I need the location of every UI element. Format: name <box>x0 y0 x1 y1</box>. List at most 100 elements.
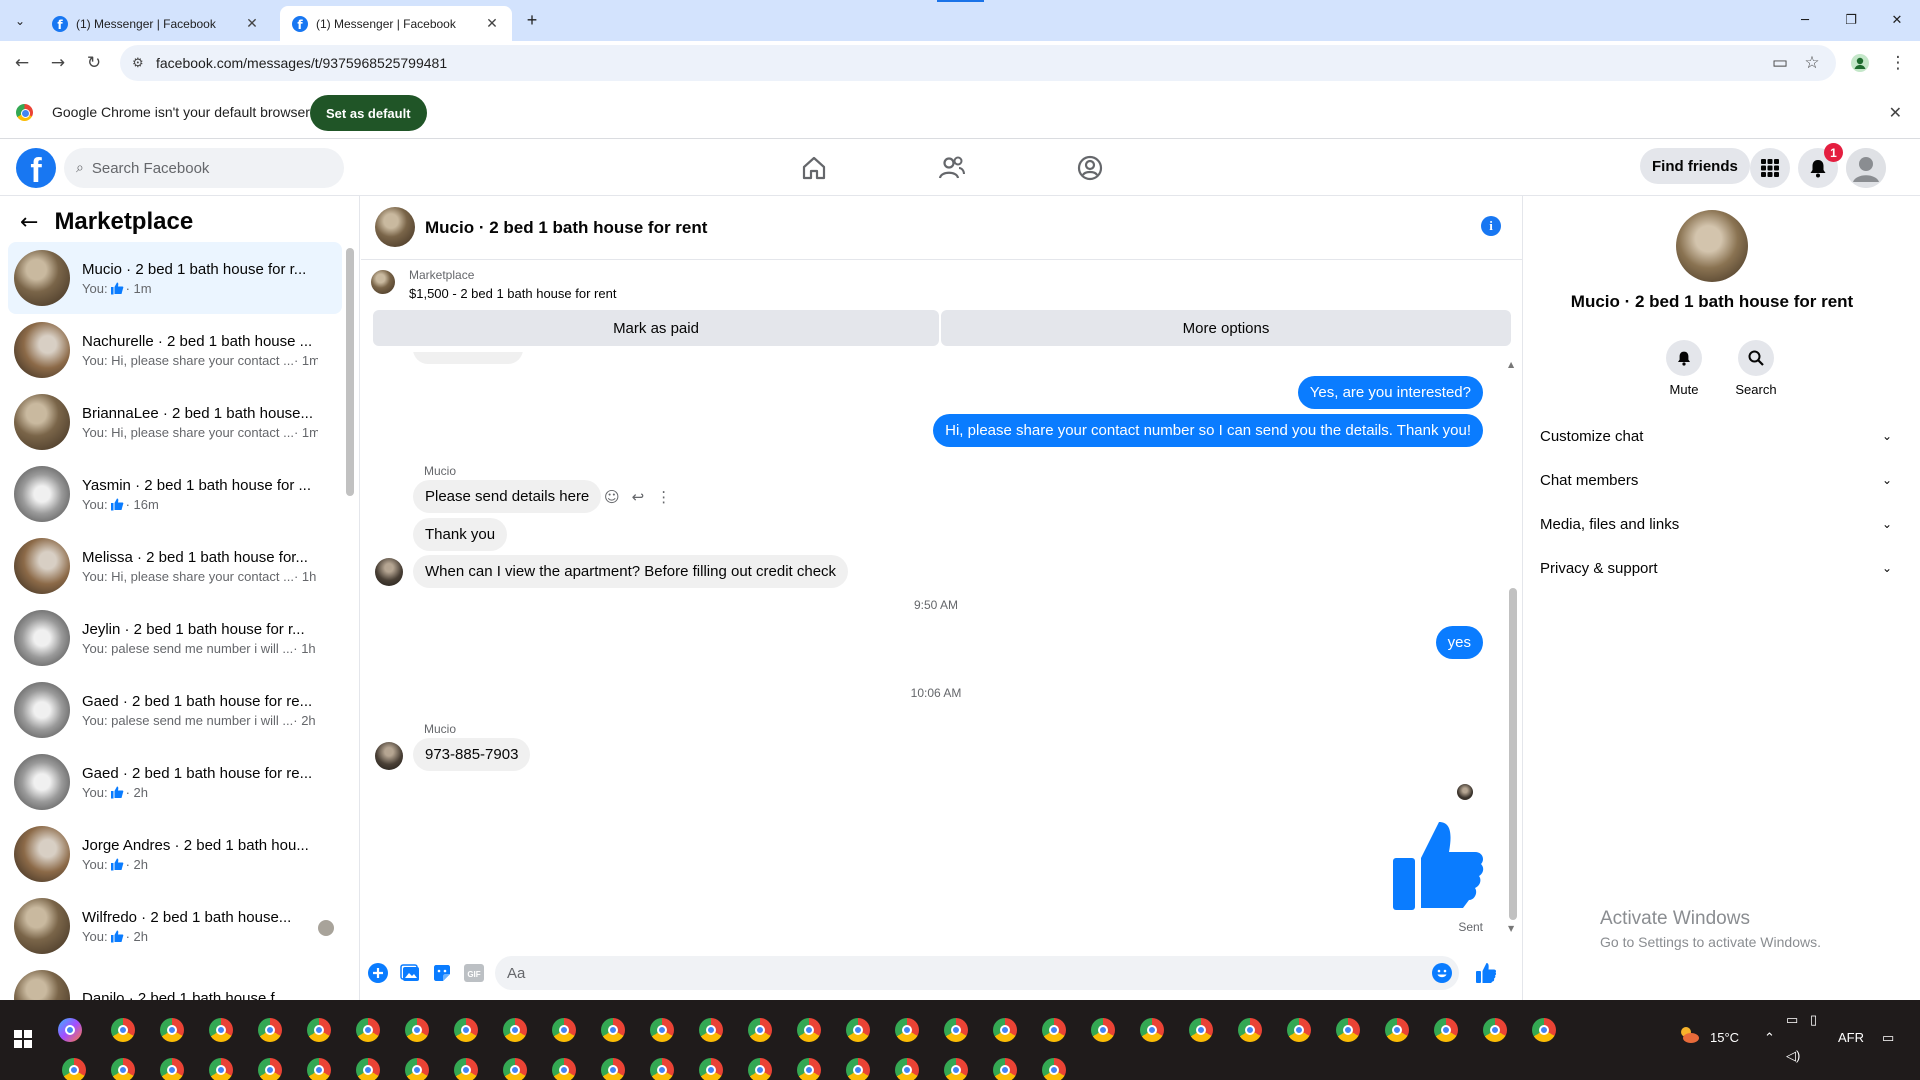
taskbar-browser-icon[interactable] <box>1189 1018 1213 1042</box>
taskbar-browser-icon[interactable] <box>993 1058 1017 1080</box>
avatar[interactable] <box>375 207 415 247</box>
taskbar-browser-icon[interactable] <box>601 1058 625 1080</box>
menu-grid-icon[interactable] <box>1750 148 1790 188</box>
privacy-support-section[interactable]: Privacy & support ⌄ <box>1540 546 1892 590</box>
conversation-item[interactable]: Yasmin · 2 bed 1 bath house for ... You:… <box>8 458 342 530</box>
taskbar-browser-icon[interactable] <box>503 1058 527 1080</box>
taskbar-browser-icon[interactable] <box>552 1018 576 1042</box>
chat-title[interactable]: Mucio · 2 bed 1 bath house for rent <box>425 218 707 238</box>
photo-icon[interactable] <box>399 962 421 984</box>
battery-icon[interactable]: ▯ <box>1810 1012 1817 1028</box>
search-facebook-input[interactable]: ⌕ Search Facebook <box>64 148 344 188</box>
taskbar-browser-icon[interactable] <box>160 1018 184 1042</box>
taskbar-browser-icon[interactable] <box>405 1018 429 1042</box>
back-arrow-icon[interactable]: ← <box>8 49 36 77</box>
taskbar-browser-icon[interactable] <box>699 1018 723 1042</box>
taskbar-browser-icon[interactable] <box>601 1018 625 1042</box>
media-files-links-section[interactable]: Media, files and links ⌄ <box>1540 502 1892 546</box>
emoji-icon[interactable] <box>1431 962 1453 984</box>
taskbar-browser-icon[interactable] <box>1140 1018 1164 1042</box>
input-language[interactable]: AFR <box>1838 1030 1864 1045</box>
taskbar-browser-icon[interactable] <box>650 1058 674 1080</box>
friends-icon[interactable] <box>932 150 972 186</box>
conversation-item[interactable]: Nachurelle · 2 bed 1 bath house ... You:… <box>8 314 342 386</box>
message-input[interactable] <box>495 956 1459 990</box>
taskbar-browser-icon[interactable] <box>1336 1018 1360 1042</box>
weather-icon[interactable] <box>1678 1024 1700 1049</box>
taskbar-browser-icon[interactable] <box>307 1058 331 1080</box>
info-icon[interactable]: i <box>1481 216 1501 236</box>
back-arrow-icon[interactable]: ← <box>20 210 38 235</box>
taskbar-browser-icon[interactable] <box>307 1018 331 1042</box>
set-as-default-button[interactable]: Set as default <box>310 95 427 131</box>
bookmark-star-icon[interactable]: ☆ <box>1798 49 1826 77</box>
profile-icon[interactable] <box>1846 49 1874 77</box>
forward-arrow-icon[interactable]: → <box>44 49 72 77</box>
scroll-up-arrow-icon[interactable]: ▲ <box>1508 360 1514 369</box>
sticker-icon[interactable] <box>431 962 453 984</box>
taskbar-browser-icon[interactable] <box>1385 1018 1409 1042</box>
message-bubble-outgoing[interactable]: Hi, please share your contact number so … <box>933 414 1483 447</box>
message-bubble-incoming[interactable]: Thank you <box>413 518 508 551</box>
mute-button[interactable]: Mute <box>1654 340 1714 397</box>
taskbar-browser-icon[interactable] <box>503 1018 527 1042</box>
taskbar-browser-icon[interactable] <box>1042 1018 1066 1042</box>
taskbar-browser-icon[interactable] <box>258 1018 282 1042</box>
restore-button[interactable]: ❐ <box>1828 0 1874 41</box>
taskbar-browser-icon[interactable] <box>895 1058 919 1080</box>
network-icon[interactable]: ▭ <box>1786 1012 1798 1028</box>
taskbar-browser-icon[interactable] <box>454 1018 478 1042</box>
tab-close-icon[interactable]: ✕ <box>484 15 500 32</box>
taskbar-browser-icon[interactable] <box>993 1018 1017 1042</box>
install-app-icon[interactable]: ▭ <box>1766 49 1794 77</box>
message-bubble-outgoing[interactable]: Yes, are you interested? <box>1297 376 1483 409</box>
conversation-item[interactable]: Wilfredo · 2 bed 1 bath house... You: · 2… <box>8 890 342 962</box>
browser-tab-2[interactable]: f (1) Messenger | Facebook ✕ <box>280 6 512 41</box>
message-bubble-incoming[interactable]: When can I view the apartment? Before fi… <box>413 555 849 588</box>
browser-tab-1[interactable]: f (1) Messenger | Facebook ✕ <box>40 6 272 41</box>
site-settings-icon[interactable]: ⚙ <box>132 55 144 71</box>
account-avatar[interactable] <box>1846 148 1886 188</box>
taskbar-browser-icon[interactable] <box>258 1058 282 1080</box>
taskbar-browser-icon[interactable] <box>1091 1018 1115 1042</box>
search-in-conversation-button[interactable]: Search <box>1726 340 1786 397</box>
browser-menu-icon[interactable]: ⋮ <box>1884 49 1912 77</box>
conversation-item[interactable]: BriannaLee · 2 bed 1 bath house... You: … <box>8 386 342 458</box>
window-close-button[interactable]: ✕ <box>1874 0 1920 41</box>
plus-circle-icon[interactable] <box>367 962 389 984</box>
gif-icon[interactable]: GIF <box>463 962 485 984</box>
close-icon[interactable]: ✕ <box>1889 103 1902 123</box>
taskbar-browser-icon[interactable] <box>797 1018 821 1042</box>
taskbar-browser-icon[interactable] <box>797 1058 821 1080</box>
send-like-icon[interactable] <box>1475 962 1497 984</box>
volume-icon[interactable]: ◁) <box>1786 1048 1800 1064</box>
taskbar-browser-icon[interactable] <box>62 1058 86 1080</box>
tab-search-chevron-icon[interactable]: ⌄ <box>8 9 32 33</box>
conversation-item[interactable]: Jorge Andres · 2 bed 1 bath hou... You: ·… <box>8 818 342 890</box>
conversation-item[interactable]: Mucio · 2 bed 1 bath house for r... You:… <box>8 242 342 314</box>
taskbar-browser-icon[interactable] <box>454 1058 478 1080</box>
taskbar-browser-icon[interactable] <box>748 1058 772 1080</box>
customize-chat-section[interactable]: Customize chat ⌄ <box>1540 414 1892 458</box>
taskbar-browser-icon[interactable] <box>1238 1018 1262 1042</box>
tab-close-icon[interactable]: ✕ <box>244 15 260 32</box>
message-bubble-outgoing[interactable]: yes <box>1435 626 1483 659</box>
taskbar-browser-icon[interactable] <box>209 1058 233 1080</box>
weather-temperature[interactable]: 15°C <box>1710 1030 1739 1045</box>
chat-scrollbar[interactable] <box>1509 588 1517 920</box>
windows-start-icon[interactable] <box>14 1030 32 1048</box>
message-bubble-incoming[interactable]: Please send details here <box>413 480 602 513</box>
taskbar-browser-icon[interactable] <box>356 1018 380 1042</box>
minimize-button[interactable]: ─ <box>1782 0 1828 41</box>
reload-icon[interactable]: ↻ <box>80 49 108 77</box>
tray-chevron-up-icon[interactable]: ⌃ <box>1764 1030 1775 1046</box>
taskbar-browser-icon[interactable] <box>748 1018 772 1042</box>
reply-icon[interactable]: ↩ <box>632 488 645 506</box>
facebook-logo-icon[interactable]: f <box>16 148 56 188</box>
conversation-item[interactable]: Gaed · 2 bed 1 bath house for re... You:… <box>8 674 342 746</box>
taskbar-browser-icon[interactable] <box>111 1058 135 1080</box>
scroll-down-arrow-icon[interactable]: ▼ <box>1508 924 1514 933</box>
taskbar-browser-icon[interactable] <box>944 1018 968 1042</box>
conversation-item[interactable]: Jeylin · 2 bed 1 bath house for r... You… <box>8 602 342 674</box>
new-tab-button[interactable]: + <box>520 8 544 32</box>
